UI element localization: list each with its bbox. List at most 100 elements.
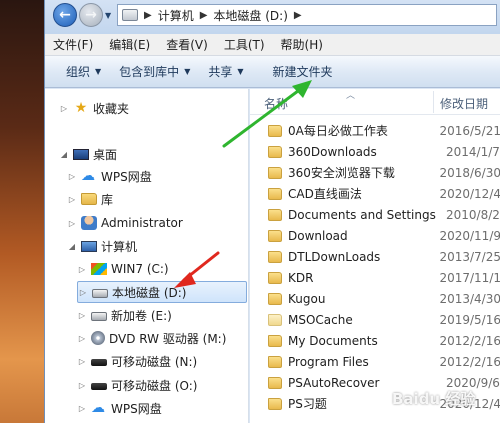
nav-item-favorites[interactable]: ▷ ★ 收藏夹 [59, 97, 129, 119]
menu-view[interactable]: 查看(V) [158, 36, 216, 53]
file-date: 2012/2/16 [439, 354, 500, 369]
nav-item-label: WPS网盘 [101, 169, 152, 184]
new-folder-button[interactable]: 新建文件夹 [253, 63, 342, 80]
chevron-down-icon: ▼ [237, 67, 244, 76]
column-divider[interactable] [433, 91, 434, 113]
expand-icon[interactable]: ▷ [77, 265, 87, 274]
nav-item-dvd-m[interactable]: ▷ DVD RW 驱动器 (M:) [77, 327, 226, 349]
chevron-right-icon[interactable]: ▶ [294, 10, 302, 21]
file-date: 2017/11/1 [439, 270, 500, 285]
file-name: Kugou [288, 291, 326, 306]
menu-help[interactable]: 帮助(H) [273, 36, 331, 53]
recent-pages-dropdown[interactable]: ▼ [105, 11, 111, 20]
file-row[interactable]: Download 2020/11/9 [250, 225, 500, 246]
file-row[interactable]: My Documents 2012/2/16 [250, 330, 500, 351]
expand-icon[interactable]: ▷ [77, 311, 87, 320]
forward-button[interactable]: → [79, 3, 103, 27]
drive-icon [91, 311, 107, 321]
nav-item-drive-d[interactable]: ▷ 本地磁盘 (D:) [77, 281, 247, 303]
chevron-down-icon: ▼ [184, 67, 191, 76]
collapse-icon[interactable]: ◢ [67, 242, 77, 251]
file-date: 2018/6/30 [439, 165, 500, 180]
expand-icon[interactable]: ▷ [77, 381, 87, 390]
chevron-down-icon: ▼ [95, 67, 102, 76]
file-date: 2019/5/16 [439, 312, 500, 327]
file-date: 2020/11/9 [439, 228, 500, 243]
breadcrumb-drive-d[interactable]: 本地磁盘 (D:) [213, 7, 287, 24]
nav-item-removable-o[interactable]: ▷ 可移动磁盘 (O:) [77, 374, 198, 396]
sort-ascending-icon: ︿ [346, 91, 356, 101]
expand-icon[interactable]: ▷ [78, 288, 88, 297]
file-date: 2013/4/30 [439, 291, 500, 306]
file-row[interactable]: Documents and Settings 2010/8/2 [250, 204, 500, 225]
organize-button[interactable]: 组织 ▼ [57, 63, 110, 80]
nav-item-wps-cloud[interactable]: ▷ ☁ WPS网盘 [67, 165, 152, 187]
nav-item-label: 计算机 [101, 239, 138, 254]
file-row[interactable]: MSOCache 2019/5/16 [250, 309, 500, 330]
usb-drive-icon [91, 383, 107, 390]
cloud-icon: ☁ [91, 400, 105, 416]
file-row[interactable]: 0A每日必做工作表 2016/5/21 [250, 120, 500, 141]
folder-icon [268, 166, 282, 179]
address-bar[interactable]: ▶ 计算机 ▶ 本地磁盘 (D:) ▶ [117, 4, 497, 26]
file-row[interactable]: DTLDownLoads 2013/7/25 [250, 246, 500, 267]
collapse-icon[interactable]: ◢ [59, 150, 69, 159]
back-button[interactable]: ← [53, 3, 77, 27]
user-icon [81, 216, 97, 230]
column-name-header[interactable]: 名称 [264, 95, 288, 112]
computer-icon [81, 240, 97, 252]
expand-icon[interactable]: ▷ [77, 334, 87, 343]
nav-item-label: 收藏夹 [93, 101, 130, 116]
file-name: DTLDownLoads [288, 249, 381, 264]
file-row[interactable]: 360安全浏览器下载 2018/6/30 [250, 162, 500, 183]
usb-drive-icon [91, 359, 107, 366]
nav-item-label: WIN7 (C:) [111, 262, 169, 276]
folder-icon [268, 271, 282, 284]
navigation-pane: ▷ ★ 收藏夹 ◢ 桌面 ▷ ☁ WPS网盘 ▷ 库 ▷ Administrat… [45, 89, 249, 423]
share-button[interactable]: 共享 ▼ [199, 63, 252, 80]
nav-item-administrator[interactable]: ▷ Administrator [67, 212, 183, 234]
nav-item-library[interactable]: ▷ 库 [67, 188, 113, 210]
nav-item-removable-n[interactable]: ▷ 可移动磁盘 (N:) [77, 350, 197, 372]
file-name: Download [288, 228, 348, 243]
nav-item-label: 可移动磁盘 (N:) [111, 354, 198, 369]
menu-file[interactable]: 文件(F) [45, 36, 101, 53]
expand-icon[interactable]: ▷ [67, 172, 77, 181]
nav-item-drive-c[interactable]: ▷ WIN7 (C:) [77, 258, 169, 280]
menu-bar: 文件(F) 编辑(E) 查看(V) 工具(T) 帮助(H) [45, 34, 500, 56]
nav-item-label: 可移动磁盘 (O:) [111, 378, 198, 393]
include-in-library-button[interactable]: 包含到库中 ▼ [110, 63, 199, 80]
file-row[interactable]: Program Files 2012/2/16 [250, 351, 500, 372]
new-folder-label: 新建文件夹 [272, 65, 333, 79]
chevron-right-icon[interactable]: ▶ [144, 10, 152, 21]
file-date: 2013/7/25 [439, 249, 500, 264]
file-row[interactable]: 360Downloads 2014/1/7 [250, 141, 500, 162]
expand-icon[interactable]: ▷ [77, 357, 87, 366]
chevron-right-icon[interactable]: ▶ [200, 10, 208, 21]
expand-icon[interactable]: ▷ [77, 404, 87, 413]
arrow-right-icon: → [85, 7, 97, 23]
expand-icon[interactable]: ▷ [67, 195, 77, 204]
file-name: 360Downloads [288, 144, 377, 159]
nav-item-wps-cloud-2[interactable]: ▷ ☁ WPS网盘 [77, 397, 162, 419]
folder-icon [268, 145, 282, 158]
file-row[interactable]: CAD直线画法 2020/12/4 [250, 183, 500, 204]
menu-edit[interactable]: 编辑(E) [101, 36, 158, 53]
share-label: 共享 [208, 65, 233, 79]
column-date-header[interactable]: 修改日期 [440, 95, 488, 112]
drive-icon [122, 9, 138, 21]
file-name: 360安全浏览器下载 [288, 166, 395, 180]
file-row[interactable]: KDR 2017/11/1 [250, 267, 500, 288]
breadcrumb-computer[interactable]: 计算机 [158, 7, 194, 24]
nav-item-computer[interactable]: ◢ 计算机 [67, 235, 137, 257]
menu-tools[interactable]: 工具(T) [216, 36, 273, 53]
file-row[interactable]: Kugou 2013/4/30 [250, 288, 500, 309]
nav-item-desktop[interactable]: ◢ 桌面 [59, 143, 117, 165]
folder-icon [268, 229, 282, 242]
file-date: 2014/1/7 [446, 144, 500, 159]
nav-item-drive-e[interactable]: ▷ 新加卷 (E:) [77, 304, 172, 326]
column-header: 名称 ︿ 修改日期 [250, 89, 500, 115]
expand-icon[interactable]: ▷ [59, 104, 69, 113]
expand-icon[interactable]: ▷ [67, 219, 77, 228]
file-list-pane: 名称 ︿ 修改日期 0A每日必做工作表 2016/5/21 360Downloads… [250, 89, 500, 423]
